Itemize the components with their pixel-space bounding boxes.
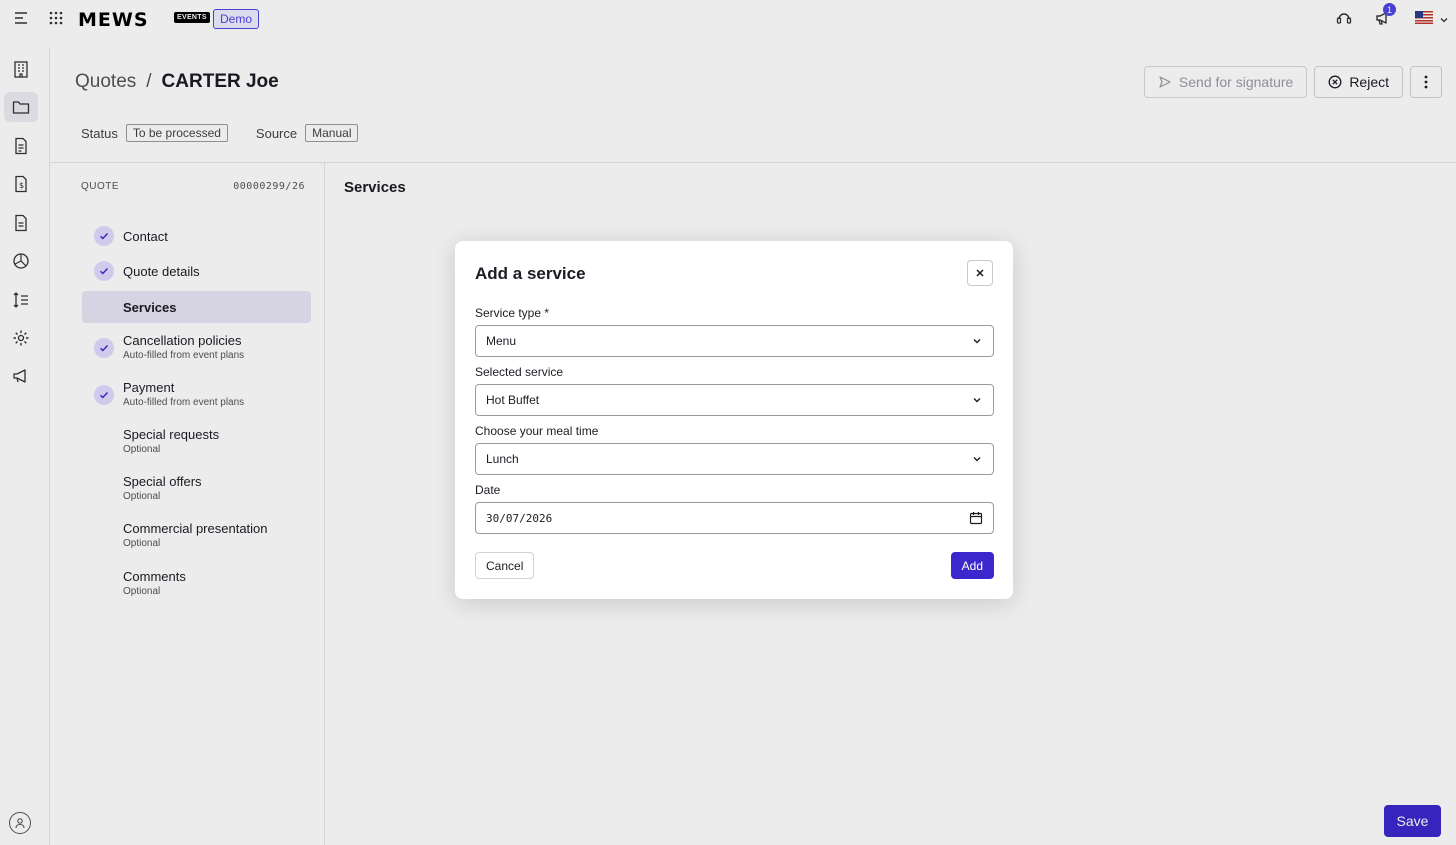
meal-time-label: Choose your meal time	[475, 424, 599, 438]
add-button[interactable]: Add	[950, 552, 994, 579]
selected-service-value: Hot Buffet	[486, 393, 540, 407]
calendar-icon	[969, 512, 983, 525]
service-type-select[interactable]: Menu	[475, 325, 994, 357]
service-type-value: Menu	[486, 334, 517, 348]
chevron-down-icon	[973, 339, 981, 344]
date-value: 30/07/2026	[486, 511, 553, 525]
chevron-down-icon	[973, 457, 981, 462]
meal-time-value: Lunch	[486, 452, 519, 466]
date-label: Date	[475, 483, 501, 497]
selected-service-select[interactable]: Hot Buffet	[475, 384, 994, 416]
add-service-dialog: Add a service Service type * Menu Select…	[455, 241, 1013, 599]
chevron-down-icon	[973, 398, 981, 403]
service-type-label: Service type *	[475, 306, 550, 320]
close-button[interactable]	[967, 260, 993, 286]
dialog-title: Add a service	[475, 264, 586, 283]
date-input[interactable]: 30/07/2026	[475, 502, 994, 534]
close-icon	[976, 269, 984, 277]
selected-service-label: Selected service	[475, 365, 564, 379]
cancel-button[interactable]: Cancel	[475, 552, 535, 579]
meal-time-select[interactable]: Lunch	[475, 443, 994, 475]
